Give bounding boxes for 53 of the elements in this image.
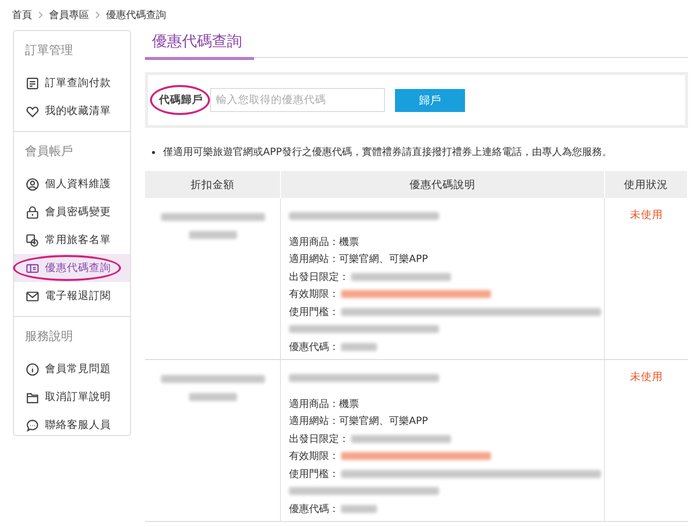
blurred-text bbox=[188, 231, 236, 239]
detail-label: 有效期限： bbox=[289, 450, 339, 464]
sidebar-item[interactable]: 聯絡客服人員 bbox=[14, 411, 130, 439]
code-input-field[interactable]: 輸入您取得的優惠代碼 bbox=[210, 88, 385, 112]
chat-icon bbox=[26, 418, 39, 432]
sidebar-item[interactable]: 訂單查詢付款 bbox=[14, 69, 130, 97]
detail-text: 適用商品：機票 bbox=[289, 398, 359, 411]
column-header: 優惠代碼說明 bbox=[281, 171, 605, 198]
detail-label: 優惠代碼： bbox=[289, 340, 339, 354]
blurred-text bbox=[341, 504, 377, 513]
detail-label: 有效期限： bbox=[289, 288, 339, 302]
bullet-icon bbox=[152, 150, 155, 154]
sidebar-item[interactable]: 會員密碼變更 bbox=[14, 198, 130, 226]
sidebar-item[interactable]: 優惠代碼查詢 bbox=[14, 254, 130, 282]
detail-label: 使用門檻： bbox=[289, 468, 339, 481]
detail-text: 適用網站：可樂官網、可樂APP bbox=[289, 414, 428, 428]
sidebar-item[interactable]: 我的收藏清單 bbox=[14, 97, 130, 125]
breadcrumb-link[interactable]: 優惠代碼查詢 bbox=[106, 8, 166, 22]
blurred-text bbox=[188, 393, 236, 401]
page-title: 優惠代碼查詢 bbox=[145, 30, 254, 60]
column-header: 使用狀況 bbox=[605, 171, 688, 198]
sidebar-item[interactable]: 常用旅客名單 bbox=[14, 226, 130, 254]
info-icon bbox=[26, 362, 39, 376]
detail-label: 使用門檻： bbox=[289, 306, 339, 319]
envelope-icon bbox=[26, 290, 39, 302]
sidebar-item[interactable]: 會員常見問題 bbox=[14, 355, 130, 383]
sidebar-section-title: 會員帳戶 bbox=[24, 143, 74, 160]
heart-icon bbox=[26, 104, 39, 118]
chevron-icon bbox=[38, 11, 43, 19]
sidebar-section-title: 訂單管理 bbox=[24, 42, 74, 59]
detail-label: 優惠代碼： bbox=[289, 502, 339, 516]
breadcrumb-link[interactable]: 會員專區 bbox=[49, 8, 89, 22]
sidebar-item[interactable]: 電子報退訂閱 bbox=[14, 282, 130, 310]
folder-icon bbox=[26, 390, 39, 404]
sidebar-item[interactable]: 取消訂單說明 bbox=[14, 383, 130, 411]
ticket-icon bbox=[26, 262, 39, 274]
detail-text: 適用網站：可樂官網、可樂APP bbox=[289, 252, 428, 266]
note-text: 僅適用可樂旅遊官網或APP發行之優惠代碼，實體禮券請直接撥打禮券上連絡電話，由專人為您服務。 bbox=[163, 146, 612, 159]
breadcrumb-link[interactable]: 首頁 bbox=[12, 8, 32, 22]
status-text: 未使用 bbox=[630, 208, 663, 223]
detail-text: 適用商品：機票 bbox=[289, 236, 359, 249]
detail-label: 出發日限定： bbox=[289, 432, 349, 446]
sidebar-item[interactable]: 個人資料維護 bbox=[14, 170, 130, 198]
lock-icon bbox=[26, 206, 39, 218]
status-text: 未使用 bbox=[630, 370, 663, 385]
column-header: 折扣金額 bbox=[145, 171, 281, 198]
blurred-text bbox=[341, 342, 377, 351]
sidebar-section-title: 服務說明 bbox=[24, 328, 74, 345]
detail-label: 出發日限定： bbox=[289, 270, 349, 284]
document-icon bbox=[26, 76, 39, 90]
chevron-icon bbox=[95, 11, 100, 19]
user-icon bbox=[26, 178, 39, 190]
contacts-icon bbox=[26, 234, 39, 246]
